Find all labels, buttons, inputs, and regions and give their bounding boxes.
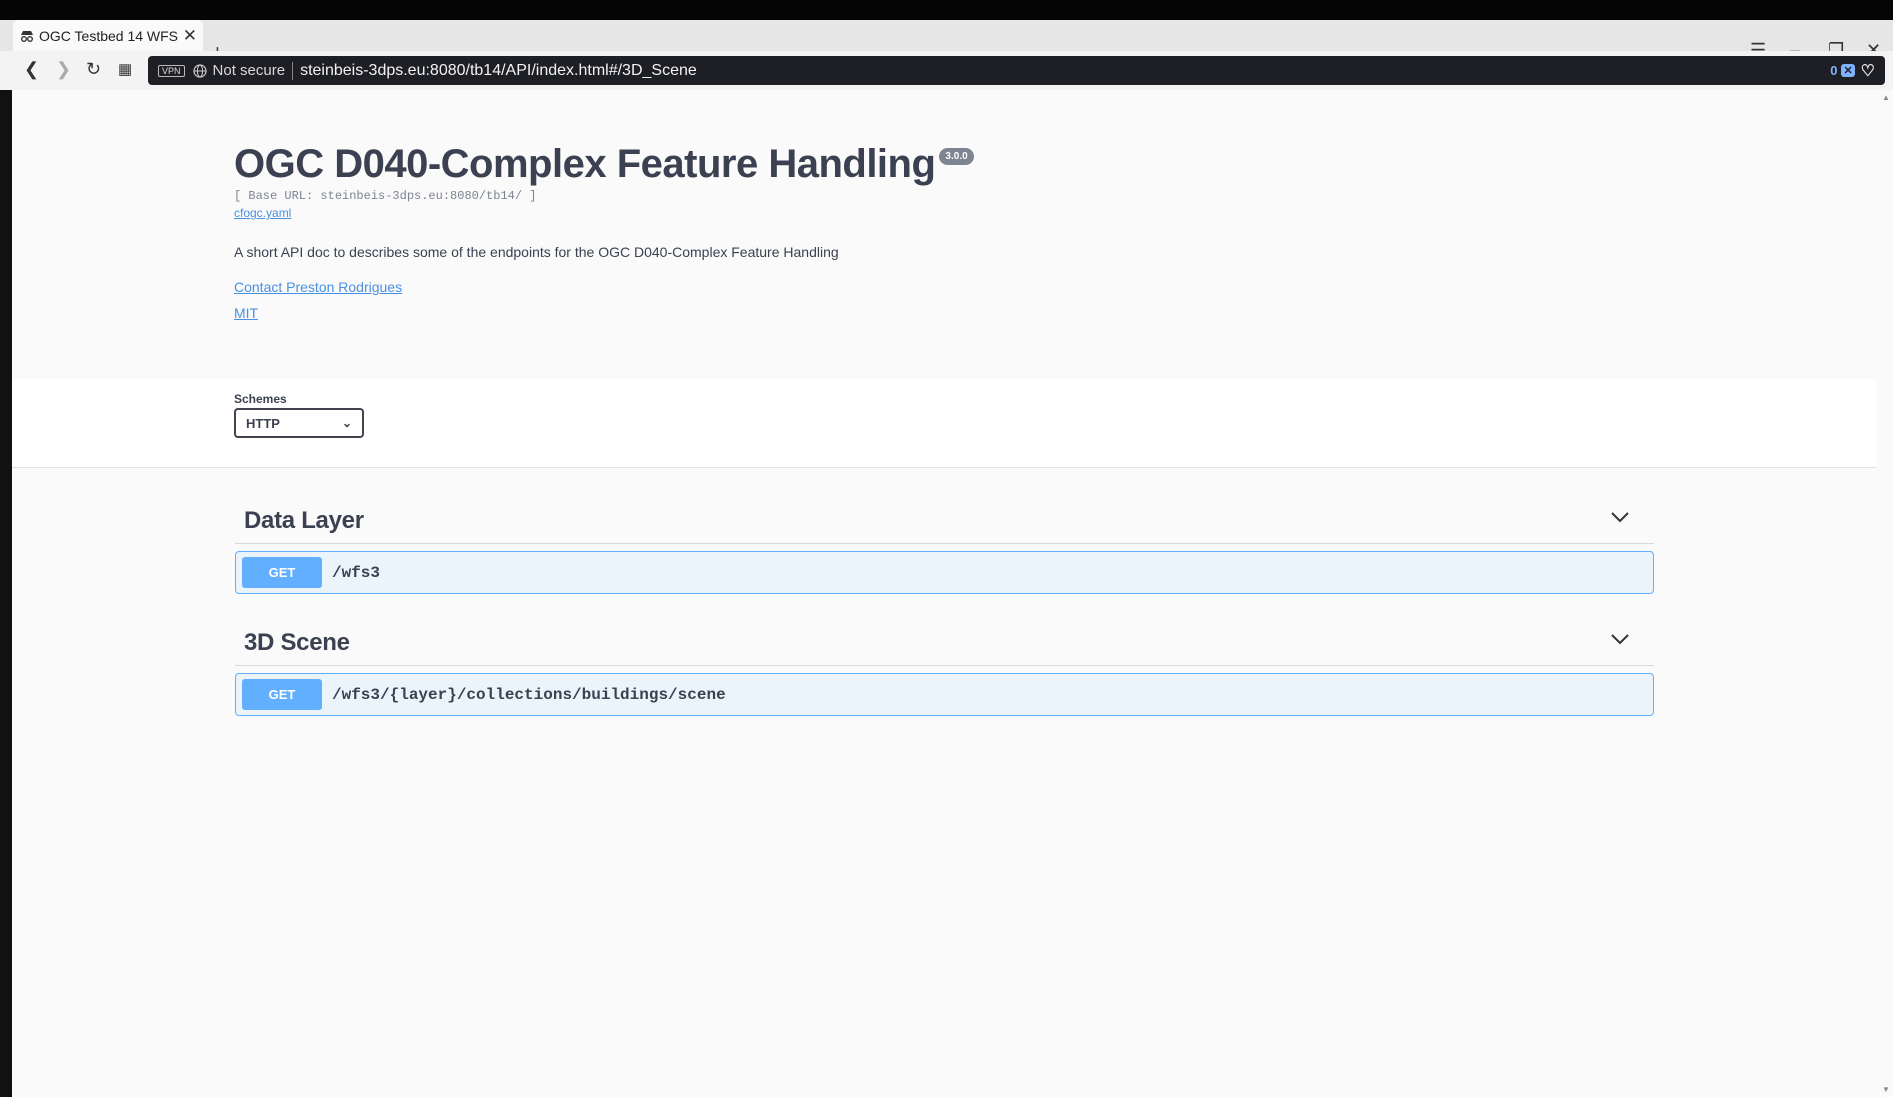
chevron-down-icon: ⌄: [341, 416, 352, 430]
address-bar[interactable]: VPN Not secure steinbeis-3dps.eu:8080/tb…: [148, 56, 1885, 85]
method-badge: GET: [242, 679, 322, 710]
navigation-bar: ❮ ❯ ↻ ▦ VPN Not secure steinbeis-3dps.eu…: [0, 51, 1893, 90]
side-panel-edge: [0, 90, 12, 1097]
os-top-bar: [0, 0, 1893, 20]
bookmark-heart-icon[interactable]: ♡: [1861, 61, 1875, 81]
operation-get-scene[interactable]: GET /wfs3/{layer}/collections/buildings/…: [235, 673, 1654, 716]
reload-icon[interactable]: ↻: [86, 60, 101, 78]
back-icon[interactable]: ❮: [24, 60, 39, 78]
globe-icon: [192, 63, 207, 78]
speed-dial-icon[interactable]: ▦: [118, 62, 132, 77]
operation-path: /wfs3/{layer}/collections/buildings/scen…: [332, 685, 726, 704]
page-title: OGC D040-Complex Feature Handling: [234, 142, 936, 186]
security-status[interactable]: Not secure: [213, 62, 286, 79]
browser-tab[interactable]: OGC Testbed 14 WFS ✕: [13, 20, 203, 51]
forward-icon[interactable]: ❯: [56, 60, 71, 78]
method-badge: GET: [242, 557, 322, 588]
base-url: [ Base URL: steinbeis-3dps.eu:8080/tb14/…: [234, 189, 537, 203]
section-title: Data Layer: [244, 507, 364, 534]
blocker-count: 0: [1830, 63, 1838, 78]
vpn-badge[interactable]: VPN: [158, 64, 185, 77]
url-bar-extras: 0 ✕ ♡: [1830, 61, 1875, 81]
chevron-down-icon[interactable]: [1610, 511, 1630, 523]
spec-link[interactable]: cfogc.yaml: [234, 206, 291, 220]
chevron-down-icon[interactable]: [1610, 633, 1630, 645]
scrollbar[interactable]: [1876, 90, 1893, 1097]
section-data-layer[interactable]: Data Layer: [235, 497, 1654, 544]
schemes-label: Schemes: [234, 392, 287, 406]
tab-title: OGC Testbed 14 WFS: [39, 27, 179, 44]
contact-link[interactable]: Contact Preston Rodrigues: [234, 279, 402, 295]
section-title: 3D Scene: [244, 629, 350, 656]
tab-close-icon[interactable]: ✕: [183, 27, 197, 44]
version-badge: 3.0.0: [939, 148, 974, 165]
tab-strip: OGC Testbed 14 WFS ✕ + ☰ – ❐ ✕: [0, 20, 1893, 64]
section-3d-scene[interactable]: 3D Scene: [235, 619, 1654, 666]
title-row: OGC D040-Complex Feature Handling 3.0.0: [234, 142, 1834, 187]
schemes-selected-value: HTTP: [246, 415, 280, 431]
incognito-icon: [21, 30, 33, 42]
adblock-shield-icon[interactable]: ✕: [1841, 64, 1855, 77]
api-description: A short API doc to describes some of the…: [234, 244, 839, 260]
url-text[interactable]: steinbeis-3dps.eu:8080/tb14/API/index.ht…: [300, 62, 697, 80]
address-separator: [292, 61, 294, 80]
license-link[interactable]: MIT: [234, 305, 258, 321]
schemes-select[interactable]: HTTP ⌄: [234, 408, 364, 438]
scroll-down-icon[interactable]: ▼: [1882, 1085, 1890, 1094]
api-info: OGC D040-Complex Feature Handling 3.0.0 …: [234, 142, 1834, 323]
operation-get-wfs3[interactable]: GET /wfs3: [235, 551, 1654, 594]
operation-path: /wfs3: [332, 563, 381, 582]
scroll-up-icon[interactable]: ▲: [1882, 93, 1890, 102]
